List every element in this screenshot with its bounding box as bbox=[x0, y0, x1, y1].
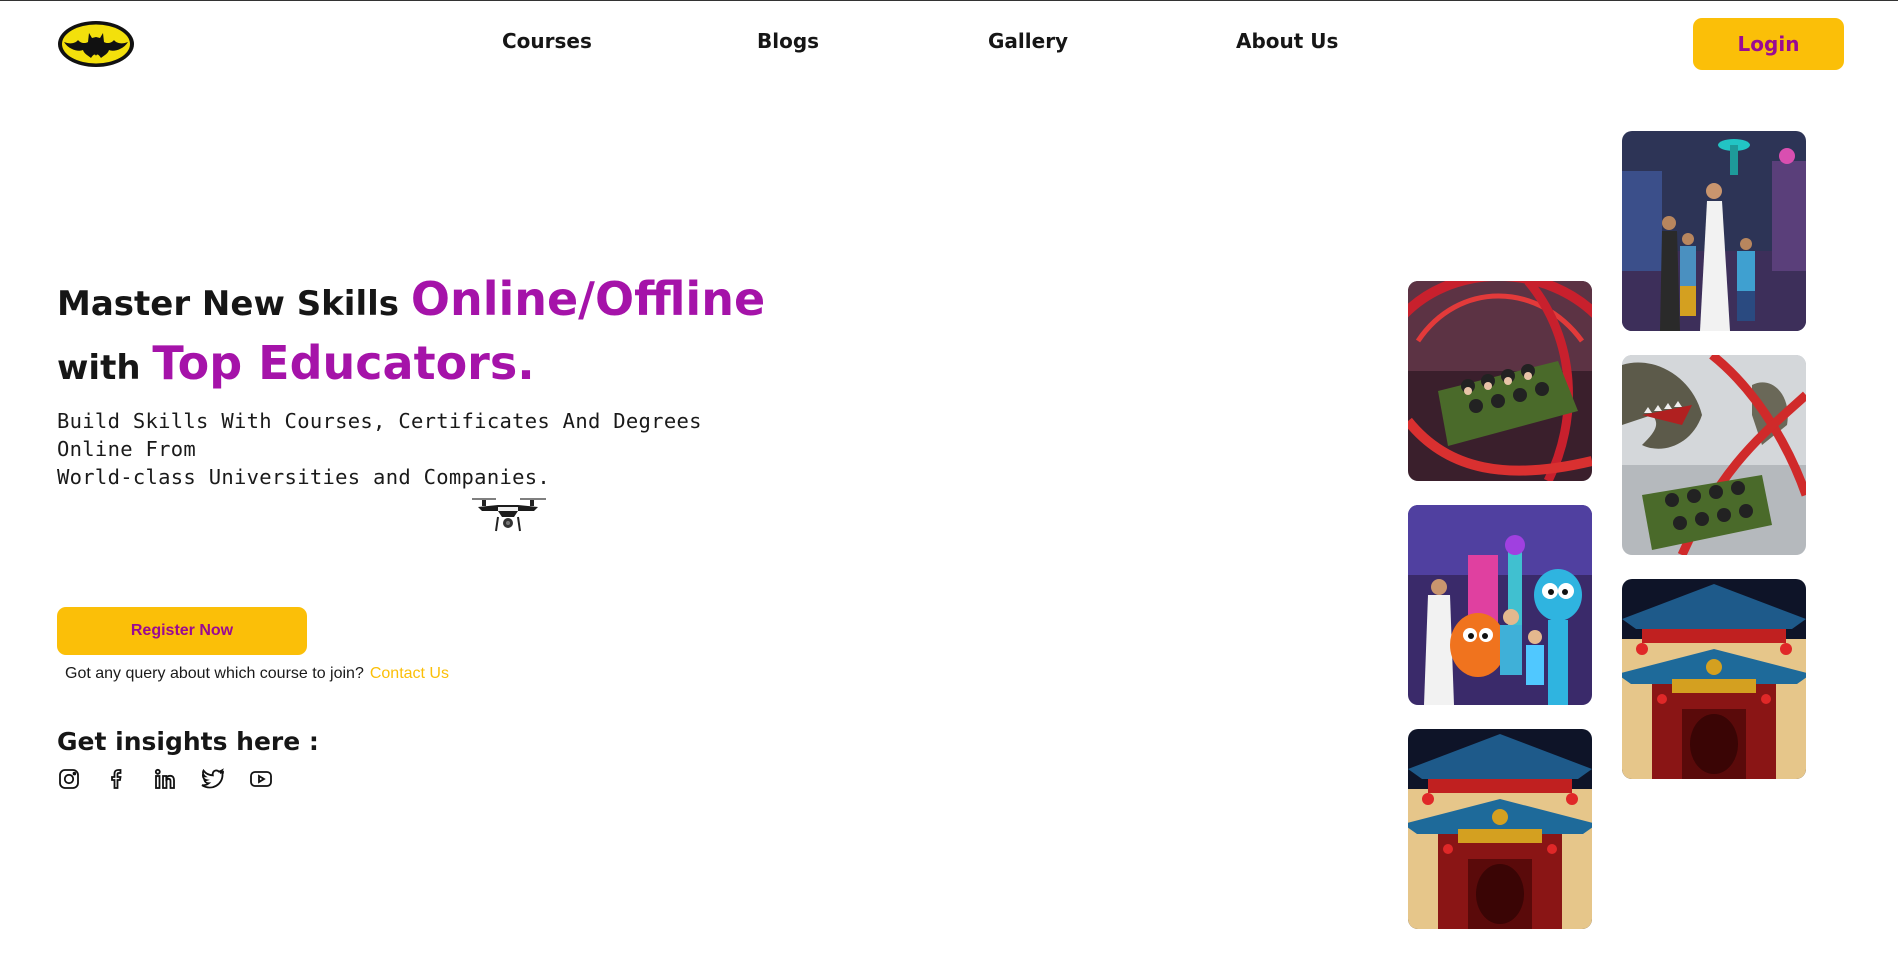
dinosaur-rollercoaster-photo bbox=[1622, 355, 1806, 555]
hero-title-plain-2: with bbox=[57, 348, 153, 388]
rollercoaster-photo bbox=[1408, 281, 1592, 481]
nav-blogs[interactable]: Blogs bbox=[757, 29, 819, 53]
hero-subtitle-line2: World-class Universities and Companies. bbox=[57, 465, 551, 489]
theme-park-family-photo bbox=[1622, 131, 1806, 331]
instagram-icon[interactable] bbox=[57, 767, 81, 791]
register-now-button[interactable]: Register Now bbox=[57, 607, 307, 655]
login-button[interactable]: Login bbox=[1693, 18, 1844, 70]
cartoon-characters-photo bbox=[1408, 505, 1592, 705]
chinese-temple-photo bbox=[1622, 579, 1806, 779]
hero-subtitle-line1: Build Skills With Courses, Certificates … bbox=[57, 409, 702, 461]
query-label: Got any query about which course to join… bbox=[65, 665, 364, 682]
twitter-icon[interactable] bbox=[201, 767, 225, 791]
hero-title-accent-2: Top Educators. bbox=[152, 336, 535, 390]
hero-title-line2: with Top Educators. bbox=[57, 331, 757, 395]
hero-title-plain-1: Master New Skills bbox=[57, 284, 411, 324]
youtube-icon[interactable] bbox=[249, 767, 273, 791]
main-nav: Courses Blogs Gallery About Us bbox=[0, 29, 1898, 59]
nav-courses[interactable]: Courses bbox=[502, 29, 592, 53]
query-text: Got any query about which course to join… bbox=[65, 665, 449, 683]
hero-title: Master New Skills Online/Offline with To… bbox=[57, 267, 765, 395]
insights-heading: Get insights here : bbox=[57, 727, 319, 756]
hero-title-accent-1: Online/Offline bbox=[410, 272, 766, 326]
drone-icon bbox=[468, 489, 548, 541]
social-links bbox=[57, 767, 273, 791]
facebook-icon[interactable] bbox=[105, 767, 129, 791]
linkedin-icon[interactable] bbox=[153, 767, 177, 791]
contact-us-link[interactable]: Contact Us bbox=[370, 665, 449, 682]
chinese-temple-photo bbox=[1408, 729, 1592, 929]
nav-gallery[interactable]: Gallery bbox=[988, 29, 1068, 53]
nav-about-us[interactable]: About Us bbox=[1236, 29, 1338, 53]
hero-subtitle: Build Skills With Courses, Certificates … bbox=[57, 407, 757, 491]
hero-title-line1: Master New Skills Online/Offline bbox=[57, 267, 765, 331]
